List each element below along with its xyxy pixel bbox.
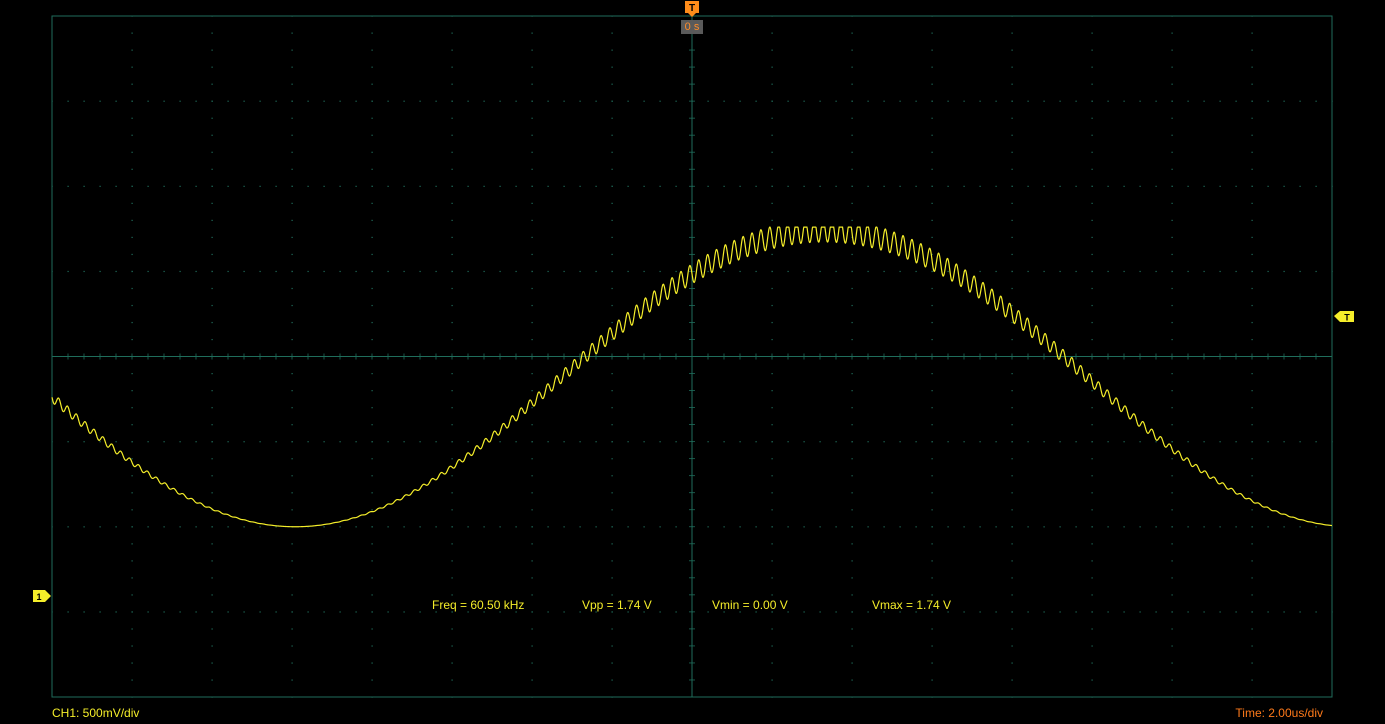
svg-text:1: 1 [36,592,41,602]
channel-1-scale: CH1: 500mV/div [52,706,140,720]
svg-text:T: T [689,3,695,14]
measurement-vmax: Vmax = 1.74 V [872,598,952,612]
svg-text:T: T [1344,313,1350,323]
timebase-scale: Time: 2.00us/div [1235,706,1323,720]
oscilloscope-screen: T T 1 [0,0,1385,724]
measurement-vmin: Vmin = 0.00 V [712,598,788,612]
measurement-frequency: Freq = 60.50 kHz [432,598,525,612]
measurement-vpp: Vpp = 1.74 V [582,598,652,612]
trigger-time-offset: 0 s [681,20,703,34]
